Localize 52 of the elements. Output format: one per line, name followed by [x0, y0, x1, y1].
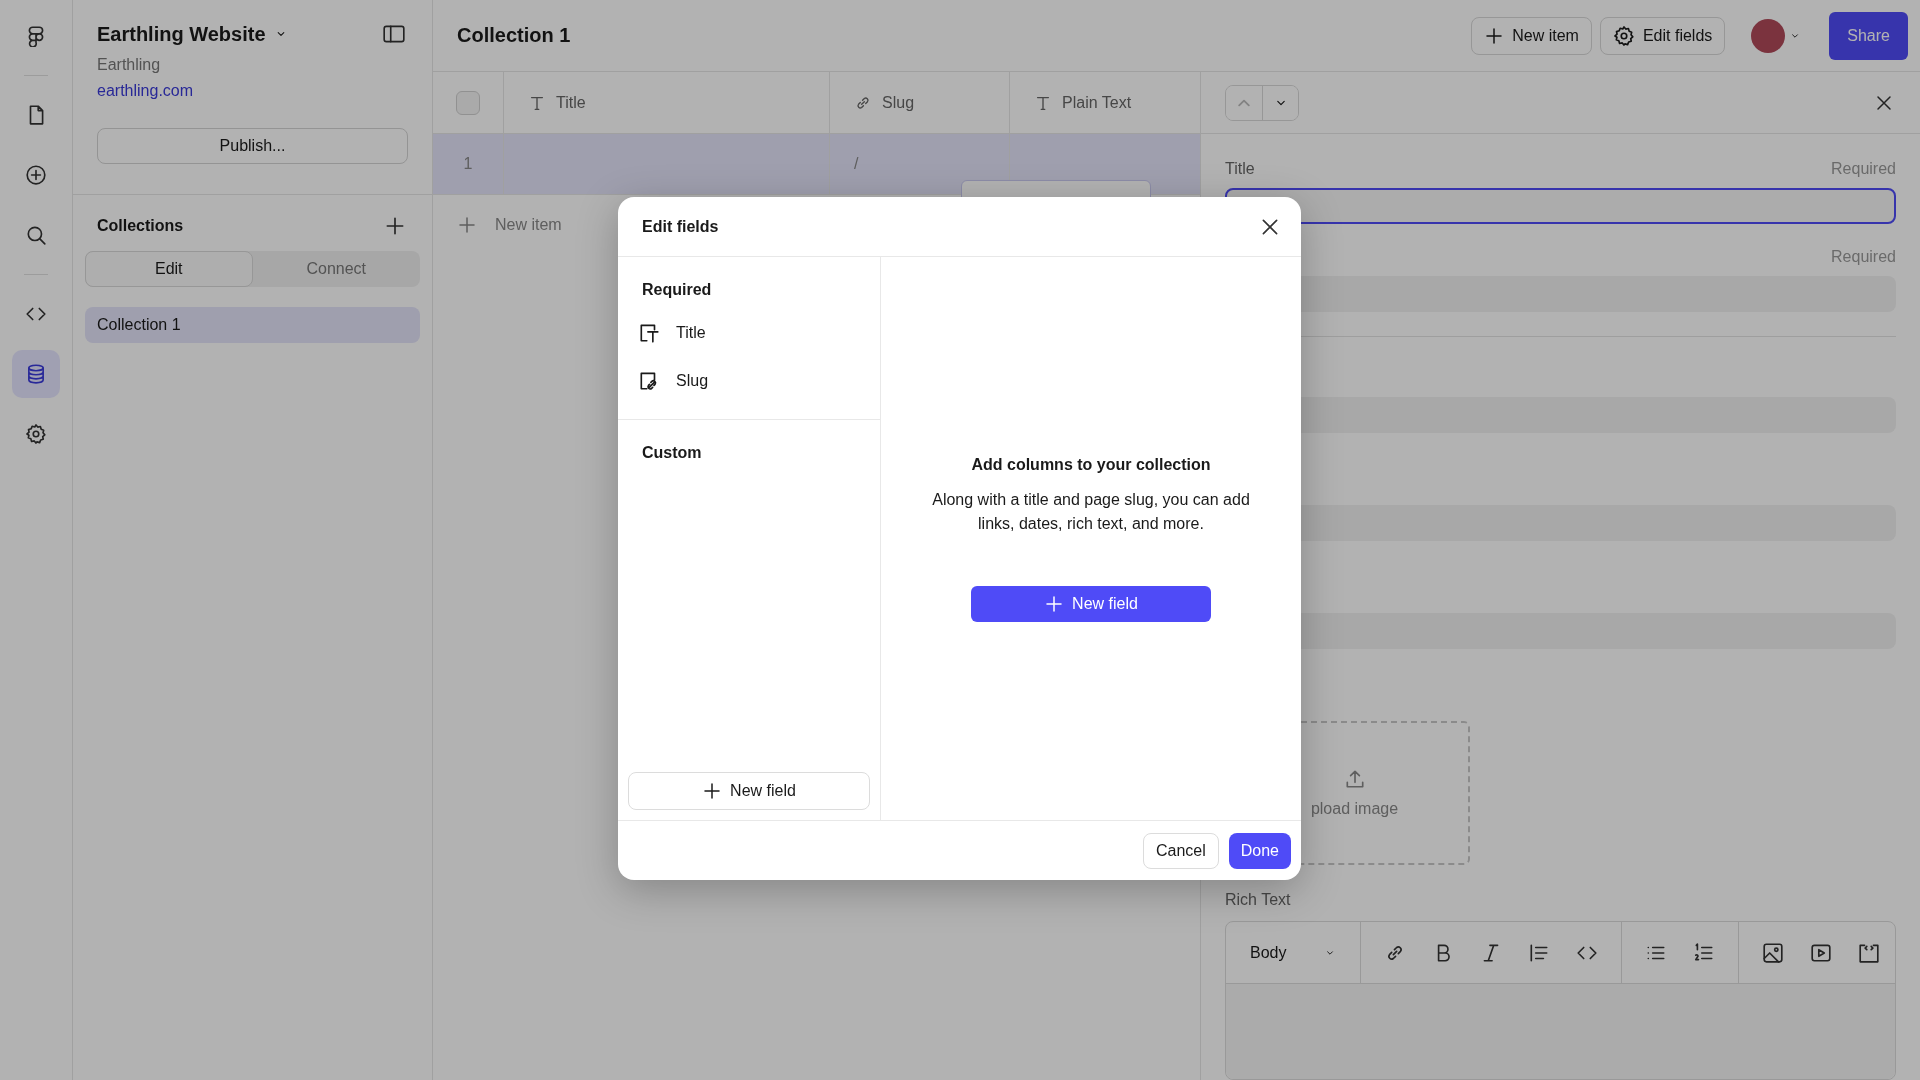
row-number: 1: [463, 155, 473, 173]
cancel-button[interactable]: Cancel: [1142, 832, 1219, 869]
collection-item[interactable]: Collection 1: [85, 307, 420, 343]
column-header[interactable]: Title: [556, 93, 586, 112]
plus-icon: [384, 215, 406, 237]
dialog-title: Edit fields: [642, 217, 719, 236]
field-label: Title: [1225, 160, 1255, 179]
plus-icon: [457, 215, 477, 235]
edit-fields-button[interactable]: Edit fields: [1599, 16, 1726, 55]
empty-state-text: Along with a title and page slug, you can add links, dates, rich text, and more.: [931, 489, 1251, 534]
team-name: Earthling: [97, 56, 162, 74]
plus-icon: [1484, 25, 1505, 46]
publish-button[interactable]: Publish...: [97, 128, 408, 164]
field-item[interactable]: Title: [618, 309, 880, 357]
text-field-icon: [638, 322, 660, 344]
project-menu[interactable]: Earthling Website: [97, 22, 288, 46]
database-icon: [25, 363, 47, 385]
play-icon: [1810, 941, 1832, 964]
share-button[interactable]: Share: [1829, 11, 1908, 60]
new-field-button[interactable]: New field: [971, 585, 1211, 622]
section-heading: Required: [641, 281, 713, 299]
tab[interactable]: Edit: [85, 251, 253, 287]
domain-link[interactable]: earthling.com: [97, 82, 194, 100]
table-cell: /: [854, 155, 859, 173]
new-item-button[interactable]: New item: [1471, 16, 1592, 55]
embed-icon: [1858, 941, 1880, 964]
section-heading: Custom: [641, 444, 703, 462]
input-field[interactable]: [1225, 188, 1896, 224]
image-icon: [1762, 941, 1784, 964]
column-header[interactable]: Plain Text: [1062, 93, 1132, 112]
new-field-button[interactable]: New field: [628, 772, 870, 810]
page-title: Collection 1: [457, 24, 572, 47]
column-header[interactable]: Slug: [882, 93, 915, 112]
field-label: Rich Text: [1225, 891, 1292, 909]
required-note: Required: [1831, 160, 1896, 179]
settings-icon: [1612, 24, 1635, 47]
plus-icon: [1044, 593, 1065, 614]
done-button[interactable]: Done: [1228, 832, 1291, 869]
search-icon: [25, 224, 47, 246]
required-note: Required: [1831, 248, 1896, 267]
field-item[interactable]: Slug: [618, 357, 880, 405]
sidebar-nav-button[interactable]: [12, 350, 60, 398]
upload-icon: [1343, 768, 1366, 790]
empty-state-title: Add columns to your collection: [971, 455, 1211, 474]
text-style-dropdown[interactable]: Body: [1238, 943, 1348, 962]
settings-icon: [25, 423, 47, 445]
checkbox[interactable]: [456, 90, 480, 115]
plus-icon: [702, 781, 723, 801]
section-title: Collections: [97, 217, 184, 235]
add-icon: [25, 164, 47, 186]
chevron-up-icon: [1238, 98, 1250, 107]
avatar: [1751, 18, 1786, 53]
